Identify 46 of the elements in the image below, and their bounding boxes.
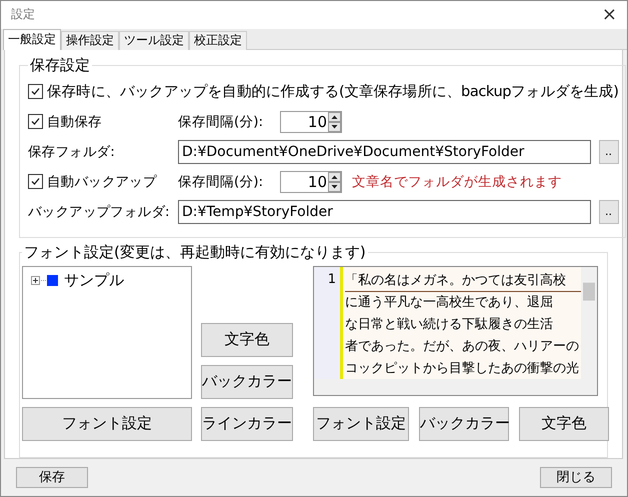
- path-field[interactable]: D:¥Document¥OneDrive¥Document¥StoryFolder: [178, 140, 591, 164]
- window-title: 設定: [11, 6, 35, 24]
- spin-arrows-icon[interactable]: [328, 172, 341, 192]
- group-title: フォント設定(変更は、再起動時に有効になります): [23, 242, 367, 262]
- tab[interactable]: 操作設定: [61, 30, 119, 50]
- checkbox[interactable]: [28, 114, 43, 130]
- editor-text-line: に通う平凡な一高校生であり、退屈: [345, 294, 554, 312]
- footer-button[interactable]: 閉じる: [540, 466, 612, 488]
- browse-button[interactable]: ..: [598, 140, 619, 164]
- spin-field[interactable]: 10: [280, 170, 342, 193]
- editor-button[interactable]: 文字色: [519, 406, 609, 441]
- field-label: 保存間隔(分):: [178, 172, 264, 191]
- checkbox-label: 自動保存: [47, 112, 102, 131]
- group-title: 保存設定: [29, 56, 91, 75]
- text-editor[interactable]: 1 「私の名はメガネ。かつては友引高校 に通う平凡な一高校生であり、退屈 な日常と戦い続ける下駄履きの生活 者であった。だが、あの夜、ハリアーの コックピットから目撃したあの衝撃の光: [313, 266, 598, 396]
- color-button[interactable]: バックカラー: [201, 364, 293, 399]
- font-settings-button[interactable]: フォント設定: [22, 406, 192, 441]
- field-label: 保存間隔(分):: [178, 112, 264, 131]
- close-button[interactable]: ×: [598, 4, 621, 26]
- footer-button[interactable]: 保存: [16, 466, 88, 488]
- tree-item[interactable]: サンプル: [64, 270, 124, 290]
- checkbox-label: 保存時に、バックアップを自動的に作成する(文章保存場所に、backupフォルダを生成): [47, 82, 619, 102]
- color-button[interactable]: 文字色: [201, 322, 293, 357]
- field-label: 保存フォルダ:: [28, 142, 116, 161]
- editor-button[interactable]: バックカラー: [419, 406, 509, 441]
- editor-text-line: 者であった。だが、あの夜、ハリアーの: [345, 338, 580, 356]
- checkbox[interactable]: [28, 84, 43, 100]
- color-button[interactable]: ラインカラー: [201, 406, 293, 441]
- checkbox-label: 自動バックアップ: [47, 172, 157, 191]
- tab[interactable]: ツール設定: [119, 30, 189, 50]
- field-label: バックアップフォルダ:: [28, 202, 170, 221]
- path-field[interactable]: D:¥Temp¥StoryFolder: [178, 200, 591, 224]
- checkbox[interactable]: [28, 174, 43, 190]
- horizontal-scrollbar[interactable]: [314, 378, 597, 395]
- editor-text-line: コックピットから目撃したあの衝撃の光: [345, 360, 580, 378]
- spin-field[interactable]: 10: [280, 110, 342, 133]
- spin-arrows-icon[interactable]: [328, 112, 341, 132]
- line-number: 1: [328, 272, 336, 288]
- vertical-scrollbar[interactable]: [581, 266, 597, 379]
- editor-button[interactable]: フォント設定: [313, 406, 409, 441]
- tab[interactable]: 校正設定: [189, 30, 247, 50]
- expand-icon[interactable]: [31, 276, 40, 285]
- warning-text: 文章名でフォルダが生成されます: [352, 172, 562, 191]
- tab[interactable]: 一般設定: [3, 28, 61, 50]
- editor-text-line: な日常と戦い続ける下駄履きの生活: [345, 316, 554, 334]
- browse-button[interactable]: ..: [598, 200, 619, 224]
